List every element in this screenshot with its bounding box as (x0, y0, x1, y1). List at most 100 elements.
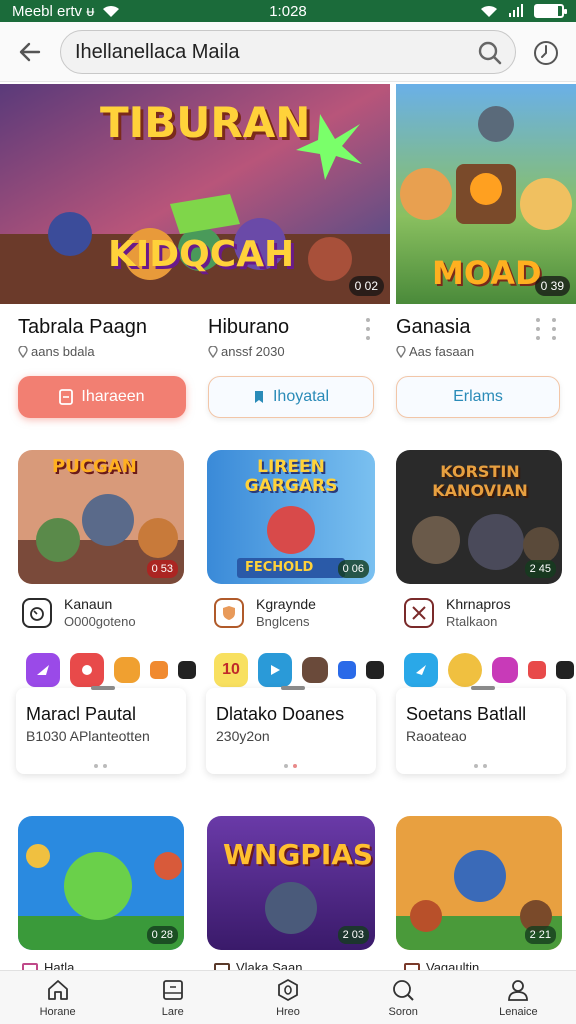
signal-icon (509, 4, 523, 17)
stopwatch-icon (22, 598, 52, 628)
crossed-swords-icon (404, 598, 434, 628)
game-tile-1[interactable]: PUCGAN 0 53 (18, 450, 184, 584)
tile-art-title: KORSTIN KANOVIAN (432, 462, 528, 500)
app-icon[interactable] (404, 653, 438, 687)
nav-search[interactable]: Soron (346, 971, 461, 1024)
info-card[interactable]: Dlatako Doanes 230y2on (206, 686, 376, 774)
card-title: Soetans Batlall (406, 704, 527, 724)
more-options-icon[interactable] (548, 318, 560, 340)
app-icon-row: 10 (214, 650, 384, 690)
status-bar: Meebl ertv ᵾ 1:028 (0, 0, 576, 22)
developer-subtitle: O000goteno (64, 614, 136, 629)
wifi-icon (103, 5, 120, 17)
clock-history-icon[interactable] (532, 39, 560, 67)
developer-row[interactable]: Kanaun O000goteno (22, 596, 182, 636)
nav-home[interactable]: Horane (0, 971, 115, 1024)
duration-badge: 0 53 (146, 560, 178, 578)
developer-name: Kgraynde (256, 596, 316, 612)
carrier-text: Meebl ertv ᵾ (12, 2, 95, 20)
banner-art-subtitle: KIDQCAH (108, 234, 295, 275)
nav-library[interactable]: Lare (115, 971, 230, 1024)
card-title: Maracl Pautal (26, 704, 137, 724)
app-icon[interactable] (114, 657, 140, 683)
featured-title[interactable]: Tabrala Paagn (18, 316, 147, 339)
drag-handle[interactable] (471, 686, 495, 690)
library-icon (162, 980, 183, 1000)
drag-handle[interactable] (91, 686, 115, 690)
bottom-navigation: Horane Lare Hreo Soron Lenaice (0, 970, 576, 1024)
more-options-icon[interactable] (362, 318, 374, 340)
duration-badge: 2 03 (337, 926, 369, 944)
card-subtitle: Raoateao (406, 728, 467, 744)
featured-title[interactable]: Ganasia (396, 316, 471, 339)
document-icon (59, 389, 74, 405)
developer-row[interactable]: Khrnapros Rtalkaon (404, 596, 564, 636)
tag-button-3[interactable]: Erlams (396, 376, 560, 418)
search-input[interactable] (75, 31, 465, 73)
app-icon[interactable] (26, 653, 60, 687)
developer-subtitle: Bnglcens (256, 614, 310, 629)
game-tile-5[interactable]: WNGPIAS 2 03 (207, 816, 375, 950)
pagination-dots (284, 764, 297, 768)
card-title: Dlatako Doanes (216, 704, 345, 724)
app-icon[interactable] (448, 653, 482, 687)
developer-row[interactable]: Kgraynde Bnglcens (214, 596, 374, 636)
search-icon[interactable] (477, 40, 503, 66)
search-header (0, 22, 576, 82)
pagination-dots (94, 764, 107, 768)
app-icon[interactable] (366, 661, 384, 679)
search-icon (393, 980, 414, 1001)
tag-button-2[interactable]: Ihoyatal (208, 376, 374, 418)
app-icon[interactable] (338, 661, 356, 679)
profile-icon (508, 980, 529, 1001)
app-icon[interactable] (150, 661, 168, 679)
nav-profile[interactable]: Lenaice (461, 971, 576, 1024)
tag-button-1[interactable]: Iharaeen (18, 376, 186, 418)
featured-banner-1[interactable]: TIBURAN KIDQCAH 0 02 (0, 84, 390, 304)
game-tile-2[interactable]: LIREEN GARGARS FECHOLD 0 06 (207, 450, 375, 584)
app-icon-row (404, 650, 574, 690)
app-icon[interactable] (178, 661, 196, 679)
developer-subtitle: Rtalkaon (446, 614, 498, 629)
featured-title[interactable]: Hiburano (208, 316, 289, 339)
featured-subtitle: aans bdala (18, 344, 95, 359)
featured-banner-2[interactable]: MOAD 0 39 (396, 84, 576, 304)
duration-badge: 0 02 (348, 276, 384, 296)
app-screen: Meebl ertv ᵾ 1:028 Ihellanellaca Maila T… (0, 0, 576, 1024)
app-icon[interactable] (258, 653, 292, 687)
game-tile-6[interactable]: 2 21 (396, 816, 562, 950)
store-icon (278, 978, 298, 1002)
banner-art-subtitle: MOAD (432, 254, 542, 292)
game-tile-4[interactable]: 0 28 (18, 816, 184, 950)
location-pin-icon (18, 345, 28, 358)
nav-store[interactable]: Hreo (230, 971, 345, 1024)
app-icon-row (26, 650, 196, 690)
featured-subtitle: Aas fasaan (396, 344, 474, 359)
app-icon[interactable] (556, 661, 574, 679)
developer-name: Khrnapros (446, 596, 511, 612)
info-card[interactable]: Maracl Pautal B1030 APlanteotten (16, 686, 186, 774)
featured-subtitle: anssf 2030 (208, 344, 285, 359)
pagination-dots (474, 764, 487, 768)
tile-art-title: WNGPIAS (223, 838, 374, 871)
game-tile-3[interactable]: KORSTIN KANOVIAN 2 45 (396, 450, 562, 584)
drag-handle[interactable] (281, 686, 305, 690)
duration-badge: 0 06 (337, 560, 369, 578)
developer-name: Kanaun (64, 596, 113, 612)
card-subtitle: B1030 APlanteotten (26, 728, 150, 744)
app-icon[interactable]: 10 (214, 653, 248, 687)
card-subtitle: 230y2on (216, 728, 270, 744)
battery-icon (534, 4, 567, 18)
duration-badge: 2 21 (524, 926, 556, 944)
back-button[interactable] (12, 34, 48, 70)
duration-badge: 0 39 (534, 276, 570, 296)
app-icon[interactable] (70, 653, 104, 687)
info-card[interactable]: Soetans Batlall Raoateao (396, 686, 566, 774)
location-pin-icon (396, 345, 406, 358)
tile-art-title: PUCGAN (52, 456, 137, 477)
app-icon[interactable] (302, 657, 328, 683)
app-icon[interactable] (528, 661, 546, 679)
app-icon[interactable] (492, 657, 518, 683)
more-options-icon[interactable] (532, 318, 544, 340)
duration-badge: 0 28 (146, 926, 178, 944)
